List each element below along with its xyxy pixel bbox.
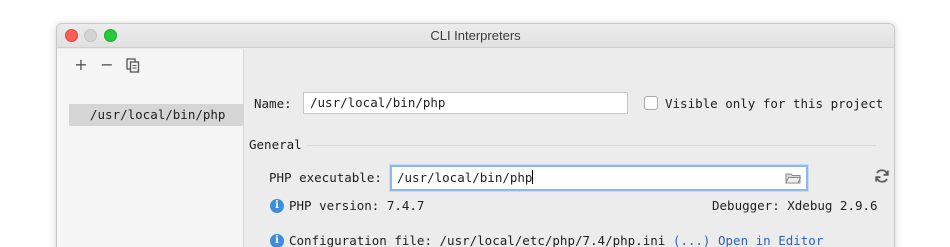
minus-icon: −	[100, 55, 114, 74]
configuration-file-row: Configuration file: /usr/local/etc/php/7…	[289, 233, 823, 247]
open-in-editor-link[interactable]: Open in Editor	[718, 233, 823, 247]
remove-interpreter-button[interactable]: −	[98, 56, 116, 74]
text-caret	[532, 170, 534, 184]
configuration-file-text: Configuration file: /usr/local/etc/php/7…	[289, 233, 666, 247]
general-section-label: General	[249, 137, 302, 152]
php-executable-field[interactable]: /usr/local/bin/php	[390, 165, 808, 191]
cli-interpreters-dialog: CLI Interpreters + − /usr/local/bin/php …	[56, 23, 895, 247]
visible-only-checkbox[interactable]	[644, 96, 658, 110]
add-interpreter-button[interactable]: +	[72, 56, 90, 74]
folder-icon[interactable]	[785, 172, 801, 184]
general-separator	[307, 145, 876, 146]
copy-icon	[126, 58, 140, 73]
copy-interpreter-button[interactable]	[124, 56, 142, 74]
list-item[interactable]: /usr/local/bin/php	[69, 104, 243, 126]
window-title: CLI Interpreters	[430, 28, 521, 43]
refresh-icon[interactable]	[874, 168, 890, 184]
php-executable-label: PHP executable:	[269, 170, 382, 185]
plus-icon: +	[74, 55, 88, 74]
info-icon: i	[270, 199, 284, 213]
name-field[interactable]: /usr/local/bin/php	[303, 92, 628, 114]
interpreter-list-panel: + − /usr/local/bin/php	[57, 49, 244, 247]
interpreter-settings-panel: Name: /usr/local/bin/php Visible only fo…	[245, 49, 894, 247]
visible-only-label[interactable]: Visible only for this project	[665, 96, 883, 111]
title-bar: CLI Interpreters	[57, 24, 894, 48]
name-label: Name:	[254, 96, 292, 111]
php-executable-value: /usr/local/bin/php	[397, 170, 533, 185]
info-icon: i	[270, 234, 284, 247]
config-more-link[interactable]: (...)	[673, 233, 711, 247]
php-version-text: PHP version: 7.4.7	[289, 198, 425, 213]
debugger-text: Debugger: Xdebug 2.9.6	[712, 198, 878, 213]
